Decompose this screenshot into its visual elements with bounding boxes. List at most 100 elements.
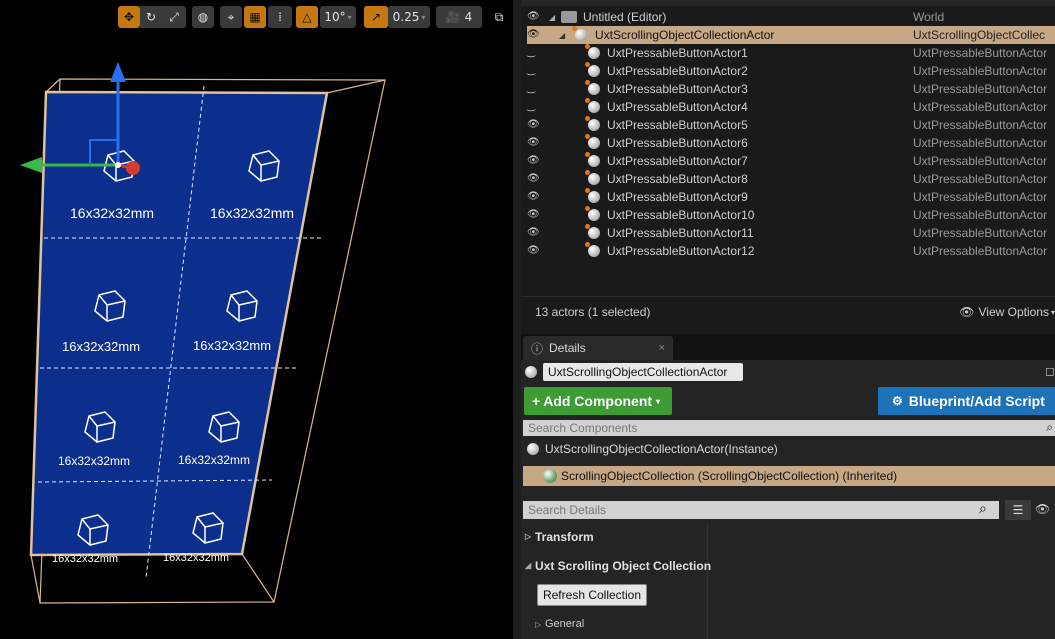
component-icon (543, 469, 557, 483)
outliner-type: UxtScrollingObjectCollec (913, 28, 1046, 42)
outliner-type: UxtPressableButtonActor (913, 118, 1048, 132)
view-options-button[interactable]: 👁 View Options ▾ (959, 303, 1055, 321)
eye-icon[interactable]: 👁 (527, 227, 541, 239)
category-transform[interactable]: ▷ Transform (521, 524, 1055, 550)
cell-label: 16x32x32mm (58, 454, 131, 468)
instance-row[interactable]: UxtScrollingObjectCollectionActor(Instan… (521, 440, 1055, 458)
outliner-type: UxtPressableButtonActor (913, 82, 1048, 96)
outliner-header (521, 0, 1055, 6)
level-viewport[interactable]: ✥ ↻ ⤢ ◍ ⌖ ▦ ⁞ △ 10° ▾ ↗ 0.25 ▾ 🎥 4 ⧉ 16x… (0, 0, 513, 639)
category-label: Transform (535, 530, 594, 544)
lock-icon[interactable]: ◻ (1045, 364, 1055, 378)
eye-icon[interactable]: 👁 (527, 137, 541, 149)
eye-hidden-icon[interactable]: ‿ (527, 101, 541, 113)
outliner-type: UxtPressableButtonActor (913, 64, 1048, 78)
search-icon[interactable]: ⌕ (1046, 420, 1053, 435)
outliner-type: UxtPressableButtonActor (913, 154, 1048, 168)
actor-icon (585, 242, 600, 257)
outliner-row-selected[interactable]: 👁 ◢ UxtScrollingObjectCollectionActor Ux… (527, 26, 1055, 44)
category-uxt-scrolling[interactable]: ◢ Uxt Scrolling Object Collection (521, 553, 1055, 579)
actor-count: 13 actors (1 selected) (535, 305, 651, 319)
outliner-type: UxtPressableButtonActor (913, 100, 1048, 114)
eye-icon[interactable]: 👁 (527, 209, 541, 221)
outliner-type: UxtPressableButtonActor (913, 136, 1048, 150)
scene-canvas (20, 62, 386, 604)
actor-icon (585, 224, 600, 239)
blueprint-script-button[interactable]: ⚙ Blueprint/Add Script (878, 387, 1055, 415)
outliner-row[interactable]: ‿ UxtPressableButtonActor1 UxtPressableB… (521, 44, 1055, 62)
outliner-row[interactable]: 👁 UxtPressableButtonActor10 UxtPressable… (521, 206, 1055, 224)
search-components-input[interactable]: Search Components (523, 420, 1055, 436)
actor-icon (585, 44, 600, 59)
details-tab-bar: ⓘ Details × (521, 334, 1055, 360)
blueprint-icon: ⚙ (892, 394, 903, 408)
outliner-row[interactable]: 👁 UxtPressableButtonActor11 UxtPressable… (521, 224, 1055, 242)
actor-icon (585, 152, 600, 167)
component-row-selected[interactable]: ScrollingObjectCollection (ScrollingObje… (523, 466, 1055, 486)
outliner-row[interactable]: 👁 UxtPressableButtonActor5 UxtPressableB… (521, 116, 1055, 134)
cell-label: 16x32x32mm (210, 205, 295, 221)
cell-label: 16x32x32mm (178, 453, 251, 467)
outliner-label: UxtPressableButtonActor3 (607, 82, 748, 96)
refresh-collection-button[interactable]: Refresh Collection (537, 584, 647, 606)
actor-icon (585, 134, 600, 149)
actor-icon (585, 206, 600, 221)
eye-icon[interactable]: 👁 (527, 155, 541, 167)
component-label: ScrollingObjectCollection (ScrollingObje… (561, 469, 898, 483)
chevron-down-icon: ▾ (656, 396, 661, 406)
outliner-label: UxtPressableButtonActor11 (607, 226, 754, 240)
eye-icon[interactable]: 👁 (1035, 502, 1050, 516)
outliner-label: UxtPressableButtonActor8 (607, 172, 748, 186)
outliner-row[interactable]: 👁 UxtPressableButtonActor12 UxtPressable… (521, 242, 1055, 260)
outliner-row[interactable]: 👁 UxtPressableButtonActor8 UxtPressableB… (521, 170, 1055, 188)
outliner-type: UxtPressableButtonActor (913, 190, 1048, 204)
chevron-down-icon: ▾ (1050, 307, 1055, 317)
cell-label: 16x32x32mm (70, 205, 155, 221)
eye-hidden-icon[interactable]: ‿ (527, 65, 541, 77)
outliner-row[interactable]: 👁 UxtPressableButtonActor7 UxtPressableB… (521, 152, 1055, 170)
cell-label: 16x32x32mm (52, 553, 119, 565)
list-view-icon[interactable]: ☰ (1005, 500, 1031, 520)
outliner-row-world[interactable]: 👁 ◢ Untitled (Editor) World (521, 8, 1055, 26)
outliner-label: UxtScrollingObjectCollectionActor (595, 28, 775, 42)
outliner-row[interactable]: ‿ UxtPressableButtonActor2 UxtPressableB… (521, 62, 1055, 80)
outliner-row[interactable]: ‿ UxtPressableButtonActor4 UxtPressableB… (521, 98, 1055, 116)
outliner-type: World (913, 10, 945, 24)
category-general[interactable]: ▷ General (521, 616, 1055, 636)
cell-label: 16x32x32mm (62, 339, 141, 354)
eye-icon[interactable]: 👁 (527, 11, 541, 23)
search-icon[interactable]: ⌕ (979, 501, 987, 517)
right-panels: 👁 ◢ Untitled (Editor) World 👁 ◢ UxtScrol… (521, 0, 1055, 639)
tab-label: Details (549, 341, 586, 355)
collapse-arrow-icon[interactable]: ◢ (549, 13, 555, 22)
outliner-row[interactable]: 👁 UxtPressableButtonActor9 UxtPressableB… (521, 188, 1055, 206)
collapse-arrow-icon: ◢ (525, 561, 532, 570)
collection-panel[interactable] (29, 90, 329, 557)
outliner-label: UxtPressableButtonActor5 (607, 118, 748, 132)
category-label: Uxt Scrolling Object Collection (535, 559, 712, 573)
actor-icon (525, 366, 537, 378)
outliner-type: UxtPressableButtonActor (913, 244, 1048, 258)
outliner-footer: 13 actors (1 selected) 👁 View Options ▾ (521, 296, 1055, 332)
actor-icon (585, 80, 600, 95)
eye-hidden-icon[interactable]: ‿ (527, 83, 541, 95)
search-details-input[interactable]: Search Details (523, 501, 999, 519)
cell-label: 16x32x32mm (163, 552, 230, 564)
eye-icon[interactable]: 👁 (527, 119, 541, 131)
eye-icon[interactable]: 👁 (527, 173, 541, 185)
close-icon[interactable]: × (659, 342, 665, 354)
eye-icon[interactable]: 👁 (527, 29, 541, 41)
outliner-row[interactable]: 👁 UxtPressableButtonActor6 UxtPressableB… (521, 134, 1055, 152)
cell-label: 16x32x32mm (193, 338, 272, 353)
add-component-button[interactable]: + Add Component ▾ (524, 387, 672, 415)
tab-details[interactable]: ⓘ Details × (523, 336, 673, 360)
outliner-row[interactable]: ‿ UxtPressableButtonActor3 UxtPressableB… (521, 80, 1055, 98)
blueprint-script-label: Blueprint/Add Script (908, 393, 1045, 409)
eye-icon[interactable]: 👁 (527, 245, 541, 257)
panel-splitter[interactable] (513, 0, 521, 639)
actor-name-field[interactable]: UxtScrollingObjectCollectionActor (543, 363, 743, 381)
outliner-label: UxtPressableButtonActor12 (607, 244, 755, 258)
eye-hidden-icon[interactable]: ‿ (527, 47, 541, 59)
eye-icon[interactable]: 👁 (527, 191, 541, 203)
collapse-arrow-icon[interactable]: ◢ (559, 31, 565, 40)
